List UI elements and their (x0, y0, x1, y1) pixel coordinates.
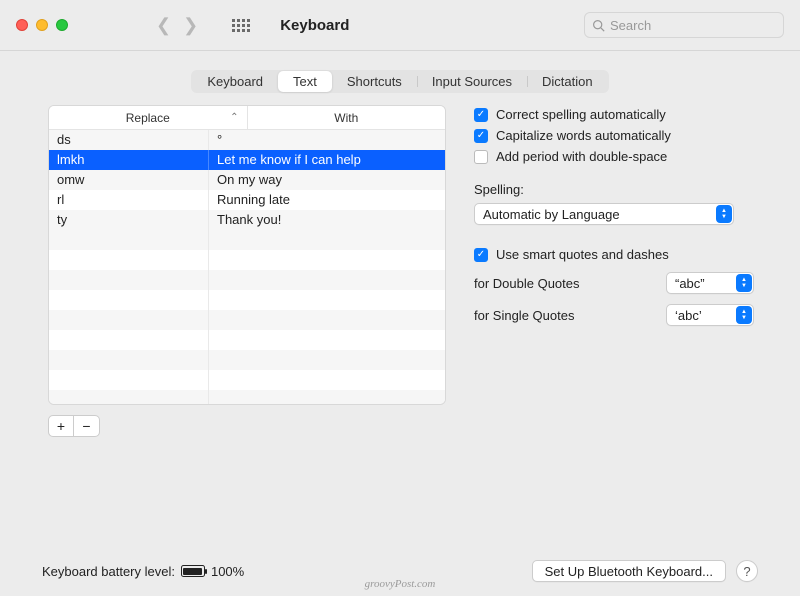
popup-arrows-icon: ▲▼ (736, 274, 752, 292)
help-button[interactable]: ? (736, 560, 758, 582)
table-row-empty (49, 370, 445, 390)
checkbox-icon[interactable] (474, 150, 488, 164)
search-placeholder: Search (610, 18, 651, 33)
table-row[interactable]: tyThank you! (49, 210, 445, 230)
titlebar: ❮ ❯ Keyboard Search (0, 0, 800, 50)
opt-add-period[interactable]: Add period with double-space (474, 149, 754, 164)
col-replace[interactable]: Replace ⌃ (49, 106, 248, 129)
table-row[interactable]: omwOn my way (49, 170, 445, 190)
window-controls (16, 19, 68, 31)
tab-text[interactable]: Text (278, 71, 332, 92)
battery-percent: 100% (211, 564, 244, 579)
table-row[interactable]: rlRunning late (49, 190, 445, 210)
single-quotes-row: for Single Quotes ‘abc’ ▲▼ (474, 304, 754, 326)
cell-replace: ds (49, 130, 209, 150)
opt-smart-quotes[interactable]: ✓ Use smart quotes and dashes (474, 247, 754, 262)
tab-bar: KeyboardTextShortcutsInput SourcesDictat… (191, 70, 608, 93)
watermark: groovyPost.com (365, 578, 436, 590)
table-row-empty (49, 390, 445, 405)
table-row-empty (49, 330, 445, 350)
table-row-empty (49, 350, 445, 370)
table-row[interactable]: lmkhLet me know if I can help (49, 150, 445, 170)
battery-label: Keyboard battery level: (42, 564, 175, 579)
forward-icon: ❯ (183, 15, 198, 36)
popup-arrows-icon: ▲▼ (736, 306, 752, 324)
cell-replace: lmkh (49, 150, 209, 170)
table-row-empty (49, 310, 445, 330)
nav-arrows: ❮ ❯ (156, 15, 198, 36)
checkbox-icon[interactable]: ✓ (474, 248, 488, 262)
cell-with: ° (209, 130, 445, 150)
col-with[interactable]: With (248, 106, 446, 129)
cell-with: Thank you! (209, 210, 445, 230)
table-row[interactable]: ds° (49, 130, 445, 150)
table-row-empty (49, 230, 445, 250)
cell-replace: ty (49, 210, 209, 230)
popup-arrows-icon: ▲▼ (716, 205, 732, 223)
window-title: Keyboard (280, 17, 349, 34)
show-all-icon[interactable] (232, 19, 250, 32)
table-header: Replace ⌃ With (49, 106, 445, 130)
single-quotes-popup[interactable]: ‘abc’ ▲▼ (666, 304, 754, 326)
cell-replace: rl (49, 190, 209, 210)
checkbox-icon[interactable]: ✓ (474, 129, 488, 143)
close-icon[interactable] (16, 19, 28, 31)
table-body: ds°lmkhLet me know if I can helpomwOn my… (49, 130, 445, 405)
minimize-icon[interactable] (36, 19, 48, 31)
back-icon[interactable]: ❮ (156, 15, 171, 36)
tab-keyboard[interactable]: Keyboard (192, 71, 278, 92)
double-quotes-popup[interactable]: “abc” ▲▼ (666, 272, 754, 294)
table-row-empty (49, 290, 445, 310)
content-area: KeyboardTextShortcutsInput SourcesDictat… (0, 50, 800, 596)
table-row-empty (49, 270, 445, 290)
zoom-icon[interactable] (56, 19, 68, 31)
spelling-popup[interactable]: Automatic by Language ▲▼ (474, 203, 734, 225)
options-column: ✓ Correct spelling automatically ✓ Capit… (474, 105, 754, 542)
spelling-label: Spelling: (474, 182, 754, 197)
tab-shortcuts[interactable]: Shortcuts (332, 71, 417, 92)
cell-with: Let me know if I can help (209, 150, 445, 170)
search-icon (592, 19, 605, 32)
replacements-column: Replace ⌃ With ds°lmkhLet me know if I c… (48, 105, 446, 542)
cell-with: On my way (209, 170, 445, 190)
search-field[interactable]: Search (584, 12, 784, 38)
replacements-table[interactable]: Replace ⌃ With ds°lmkhLet me know if I c… (48, 105, 446, 405)
battery-icon (181, 565, 205, 577)
table-row-empty (49, 250, 445, 270)
add-button[interactable]: + (48, 415, 74, 437)
checkbox-icon[interactable]: ✓ (474, 108, 488, 122)
bluetooth-keyboard-button[interactable]: Set Up Bluetooth Keyboard... (532, 560, 726, 582)
remove-button[interactable]: − (74, 415, 100, 437)
tab-input-sources[interactable]: Input Sources (417, 71, 527, 92)
cell-replace: omw (49, 170, 209, 190)
tab-dictation[interactable]: Dictation (527, 71, 608, 92)
opt-capitalize[interactable]: ✓ Capitalize words automatically (474, 128, 754, 143)
sort-icon: ⌃ (230, 112, 238, 123)
text-panel: Replace ⌃ With ds°lmkhLet me know if I c… (20, 105, 780, 542)
opt-correct-spelling[interactable]: ✓ Correct spelling automatically (474, 107, 754, 122)
double-quotes-row: for Double Quotes “abc” ▲▼ (474, 272, 754, 294)
table-buttons: + − (48, 415, 446, 437)
cell-with: Running late (209, 190, 445, 210)
